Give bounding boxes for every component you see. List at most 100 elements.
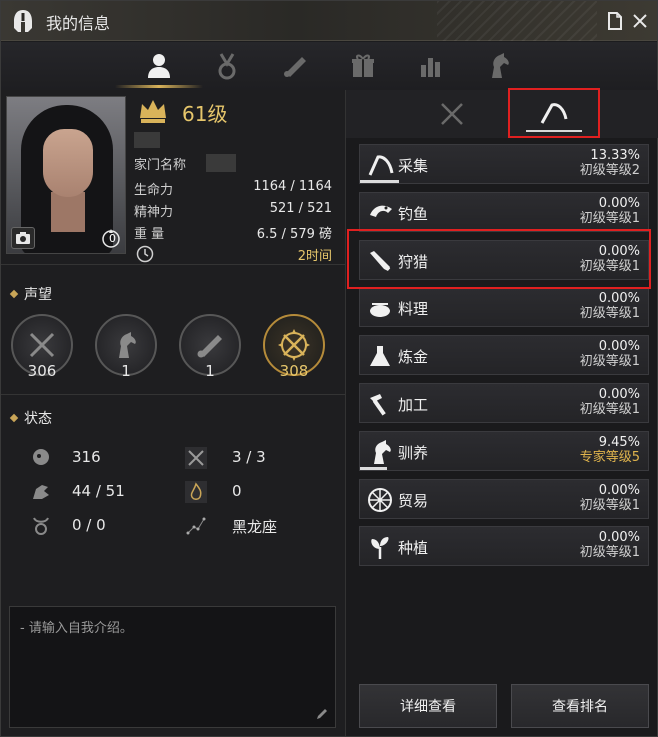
skill-name: 贸易 (398, 491, 429, 510)
tab-combat-skills[interactable] (412, 94, 492, 134)
clock-icon (136, 245, 154, 263)
skill-grade: 初级等级1 (579, 210, 640, 226)
skill-name: 炼金 (398, 348, 429, 367)
scroll-icon (197, 335, 222, 358)
bar-chart-icon (421, 58, 440, 77)
status-tools-value: 3 / 3 (232, 448, 266, 466)
status-taurus-value: 0 / 0 (72, 516, 106, 534)
skill-name: 种植 (398, 539, 429, 558)
diamond-bullet-icon (9, 413, 19, 423)
hunting-icon (370, 250, 391, 271)
hp-label: 生命力 (134, 183, 174, 198)
tab-mount[interactable] (471, 46, 527, 86)
family-name-value (206, 154, 236, 172)
crown-emblem-icon (140, 100, 166, 123)
constellation-icon (186, 517, 206, 535)
status-header: 状态 (9, 408, 52, 428)
skill-row-7[interactable]: 贸易 0.00% 初级等级1 (359, 478, 649, 519)
family-name-label: 家门名称 (134, 158, 187, 173)
helmet-icon (14, 10, 32, 32)
skill-grade: 初级等级2 (579, 163, 640, 178)
person-icon (148, 54, 170, 78)
diamond-bullet-icon (9, 289, 19, 299)
skill-row-4[interactable]: 炼金 0.00% 初级等级1 (359, 335, 649, 376)
reputation-value: 306 (27, 362, 57, 380)
farming-icon (371, 537, 389, 560)
skill-row-3[interactable]: 料理 0.00% 初级等级1 (359, 287, 649, 328)
skill-progress-bar (360, 466, 388, 470)
skill-category-tabs (346, 90, 658, 138)
title-bar[interactable]: 我的信息 (1, 1, 657, 41)
training-icon (374, 439, 391, 464)
reputation-value: 1 (205, 362, 215, 380)
skill-percent: 0.00% (598, 482, 640, 498)
skill-percent: 9.45% (598, 434, 640, 450)
skill-row-8[interactable]: 种植 0.00% 初级等级1 (359, 526, 649, 567)
skill-grade: 初级等级1 (579, 545, 640, 561)
character-level: 61级 (182, 102, 228, 126)
trade-icon (368, 487, 392, 512)
portrait-face (43, 129, 93, 197)
skill-name: 料理 (398, 300, 429, 319)
tab-knowledge[interactable] (267, 46, 323, 86)
sp-value: 521 / 521 (269, 201, 332, 216)
skill-grade: 初级等级1 (579, 258, 640, 274)
sp-row: 精神力 521 / 521 (134, 201, 332, 221)
self-intro-placeholder: - 请输入自我介绍。 (20, 621, 133, 636)
character-portrait[interactable]: 0 (6, 96, 126, 254)
skill-percent: 13.33% (590, 148, 640, 163)
processing-icon (370, 394, 386, 416)
family-name-row: 家门名称 (134, 154, 332, 174)
ranking-button[interactable]: 查看排名 (511, 684, 649, 728)
self-intro-textarea[interactable]: - 请输入自我介绍。 (9, 606, 336, 728)
medal-icon (218, 53, 236, 80)
skill-percent: 0.00% (598, 195, 640, 211)
tab-statistics[interactable] (403, 46, 459, 86)
skill-row-2[interactable]: 狩猎 0.00% 初级等级1 (359, 239, 649, 280)
tab-character[interactable] (115, 46, 203, 88)
skill-name: 驯养 (398, 443, 429, 462)
horse-head-icon (119, 332, 136, 358)
skill-percent: 0.00% (598, 530, 640, 546)
camera-button[interactable] (11, 227, 35, 249)
pencil-icon[interactable] (315, 707, 329, 721)
character-panel: 0 61级 家门名称 生命力 1164 / 1164 精神力 521 / 521… (1, 90, 345, 736)
status-energy-value: 316 (72, 448, 101, 466)
reputation-value: 1 (121, 362, 131, 380)
cooking-icon (370, 303, 390, 318)
close-icon[interactable] (629, 10, 651, 32)
skill-row-6[interactable]: 驯养 9.45% 专家等级5 (359, 430, 649, 471)
skill-name: 狩猎 (398, 252, 429, 271)
skill-row-0[interactable]: 采集 13.33% 初级等级2 (359, 144, 649, 184)
compass-swords-icon (278, 329, 310, 361)
head-icon (33, 449, 49, 465)
skill-grade: 初级等级1 (579, 497, 640, 513)
weight-row: 重 量 6.5 / 579 磅 (134, 223, 332, 243)
crossed-swords-icon (29, 332, 55, 358)
gathering-icon (368, 155, 394, 176)
weight-label: 重 量 (134, 227, 165, 242)
skill-row-5[interactable]: 加工 0.00% 初级等级1 (359, 383, 649, 423)
tab-achievements[interactable] (199, 46, 255, 86)
reputation-header: 声望 (9, 284, 52, 304)
skill-grade: 专家等级5 (579, 449, 640, 465)
tab-gifts[interactable] (335, 46, 391, 86)
status-title: 状态 (24, 411, 52, 427)
skill-name: 加工 (398, 396, 429, 414)
tab-life-skills[interactable] (514, 94, 594, 134)
skill-grade: 初级等级1 (579, 354, 640, 370)
skill-row-1[interactable]: 钓鱼 0.00% 初级等级1 (359, 191, 649, 232)
skill-progress-bar (360, 180, 399, 183)
name-placeholder-block (134, 132, 160, 148)
document-icon[interactable] (604, 10, 626, 32)
scroll-icon (284, 57, 306, 77)
flame-icon (185, 481, 207, 503)
horse-icon (492, 53, 509, 78)
sickle-icon (540, 103, 568, 124)
class-badge-number: 0 (109, 232, 116, 245)
portrait-neck (51, 192, 85, 232)
details-button[interactable]: 详细查看 (359, 684, 497, 728)
taurus-icon (33, 517, 49, 535)
playtime-row: 2时间 (134, 245, 332, 265)
skill-percent: 0.00% (598, 339, 640, 355)
